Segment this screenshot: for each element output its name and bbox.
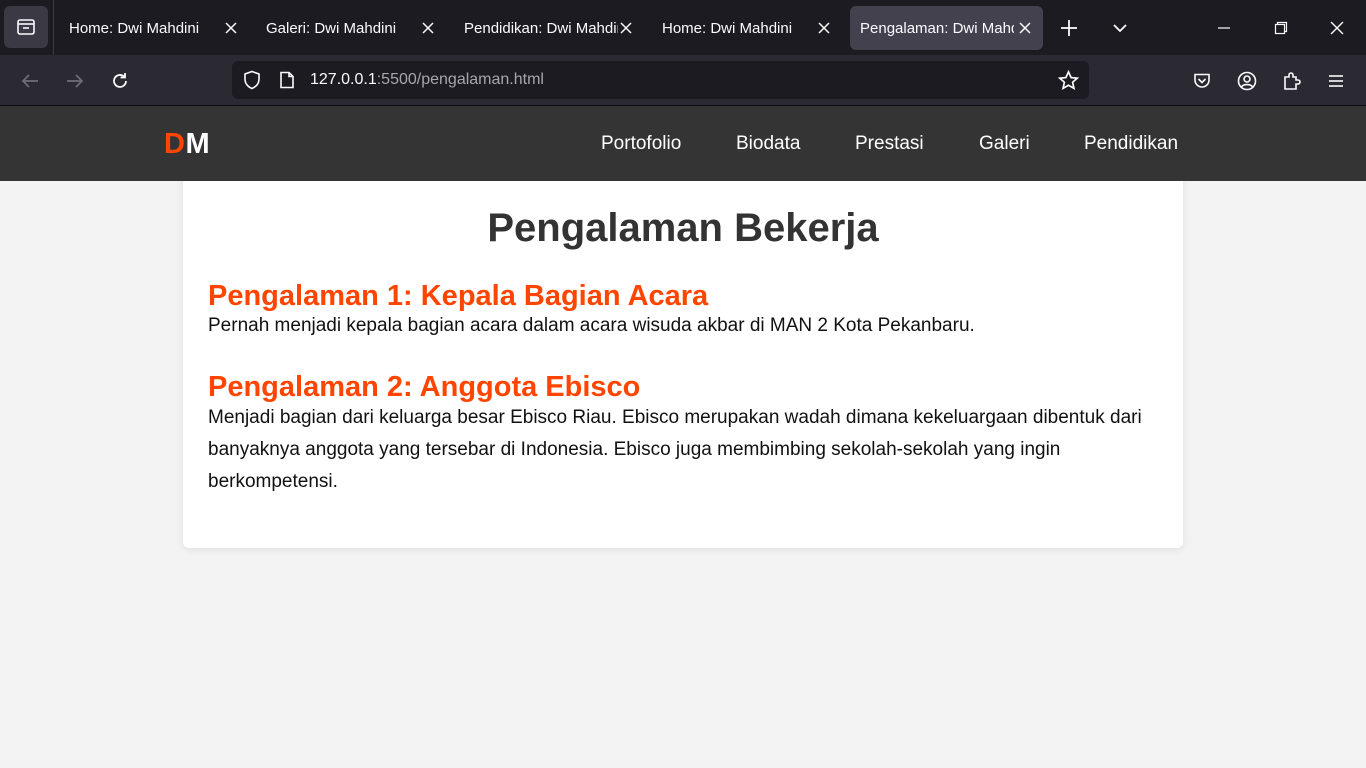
site-header: DM Portofolio Biodata Prestasi Galeri Pe… xyxy=(0,106,1366,181)
back-button[interactable] xyxy=(18,69,42,93)
nav-link-pendidikan[interactable]: Pendidikan xyxy=(1084,133,1178,155)
tab-title: Pendidikan: Dwi Mahdini xyxy=(464,19,618,37)
close-icon[interactable] xyxy=(816,20,832,36)
tab-title: Home: Dwi Mahdini xyxy=(662,19,793,37)
star-icon xyxy=(1057,69,1079,90)
back-arrow-icon xyxy=(21,74,38,88)
tab-title: Pengalaman: Dwi Mahdini xyxy=(860,19,1014,37)
tab-home-1[interactable]: Home: Dwi Mahdini xyxy=(59,6,249,50)
browser-nav-bar: 127.0.0.1:5500/pengalaman.html xyxy=(0,55,1366,106)
web-page: Pengalaman Bekerja Pengalaman 1: Kepala … xyxy=(0,106,1366,768)
reload-icon xyxy=(113,73,127,88)
bookmark-button[interactable] xyxy=(1057,69,1079,91)
minimize-icon xyxy=(1218,27,1230,29)
plus-icon xyxy=(1061,20,1077,36)
pocket-icon xyxy=(1194,73,1210,88)
close-icon[interactable] xyxy=(420,20,436,36)
app-menu-button[interactable] xyxy=(1324,69,1348,93)
page-info-button[interactable] xyxy=(277,70,297,90)
page-icon xyxy=(280,71,294,89)
tab-pengalaman[interactable]: Pengalaman: Dwi Mahdini xyxy=(850,6,1043,50)
experience-1-description: Pernah menjadi kepala bagian acara dalam… xyxy=(208,315,975,336)
puzzle-icon xyxy=(1284,72,1301,90)
logo-letter-m: M xyxy=(185,128,211,160)
forward-arrow-icon xyxy=(67,74,84,88)
tab-list-button[interactable] xyxy=(4,6,48,48)
pocket-button[interactable] xyxy=(1190,69,1214,93)
experience-2-description: Menjadi bagian dari keluarga besar Ebisc… xyxy=(208,407,1142,492)
close-icon xyxy=(1330,21,1344,35)
experience-1-title: Pengalaman 1: Kepala Bagian Acara xyxy=(208,280,709,312)
tab-title: Home: Dwi Mahdini xyxy=(69,19,200,37)
restore-icon xyxy=(1274,21,1288,35)
tab-list-icon xyxy=(17,19,35,35)
content-card: Pengalaman Bekerja Pengalaman 1: Kepala … xyxy=(183,126,1183,548)
nav-link-biodata[interactable]: Biodata xyxy=(736,133,800,155)
close-icon[interactable] xyxy=(1017,20,1033,36)
url-bar[interactable]: 127.0.0.1:5500/pengalaman.html xyxy=(232,61,1089,99)
browser-tab-bar: Home: Dwi Mahdini Galeri: Dwi Mahdini Pe… xyxy=(0,0,1366,55)
page-title: Pengalaman Bekerja xyxy=(487,206,879,250)
nav-link-prestasi[interactable]: Prestasi xyxy=(855,133,924,155)
tab-galeri[interactable]: Galeri: Dwi Mahdini xyxy=(256,6,446,50)
restore-button[interactable] xyxy=(1269,16,1293,40)
tab-title: Galeri: Dwi Mahdini xyxy=(266,19,397,37)
forward-button[interactable] xyxy=(63,69,87,93)
tab-overflow-button[interactable] xyxy=(1109,17,1131,39)
account-button[interactable] xyxy=(1235,69,1259,93)
tab-pendidikan[interactable]: Pendidikan: Dwi Mahdini xyxy=(454,6,644,50)
url-host: 127.0.0.1 xyxy=(310,71,377,88)
extensions-button[interactable] xyxy=(1280,69,1304,93)
experience-2-title: Pengalaman 2: Anggota Ebisco xyxy=(208,371,641,403)
tracking-protection-button[interactable] xyxy=(242,70,262,90)
reload-button[interactable] xyxy=(108,69,132,93)
url-text[interactable]: 127.0.0.1:5500/pengalaman.html xyxy=(310,71,544,89)
chevron-down-icon xyxy=(1113,24,1127,33)
tab-separator xyxy=(53,0,54,55)
new-tab-button[interactable] xyxy=(1058,17,1080,39)
nav-link-portofolio[interactable]: Portofolio xyxy=(601,133,681,155)
tab-home-2[interactable]: Home: Dwi Mahdini xyxy=(652,6,842,50)
window-close-button[interactable] xyxy=(1325,16,1349,40)
hamburger-menu-icon xyxy=(1329,75,1343,87)
shield-icon xyxy=(244,70,260,90)
url-path: :5500/pengalaman.html xyxy=(376,71,544,88)
account-icon xyxy=(1237,71,1257,91)
logo-letter-d: D xyxy=(164,128,186,160)
nav-link-galeri[interactable]: Galeri xyxy=(979,133,1030,155)
minimize-button[interactable] xyxy=(1212,16,1236,40)
close-icon[interactable] xyxy=(618,20,634,36)
site-logo[interactable]: DM xyxy=(164,128,210,161)
close-icon[interactable] xyxy=(223,20,239,36)
